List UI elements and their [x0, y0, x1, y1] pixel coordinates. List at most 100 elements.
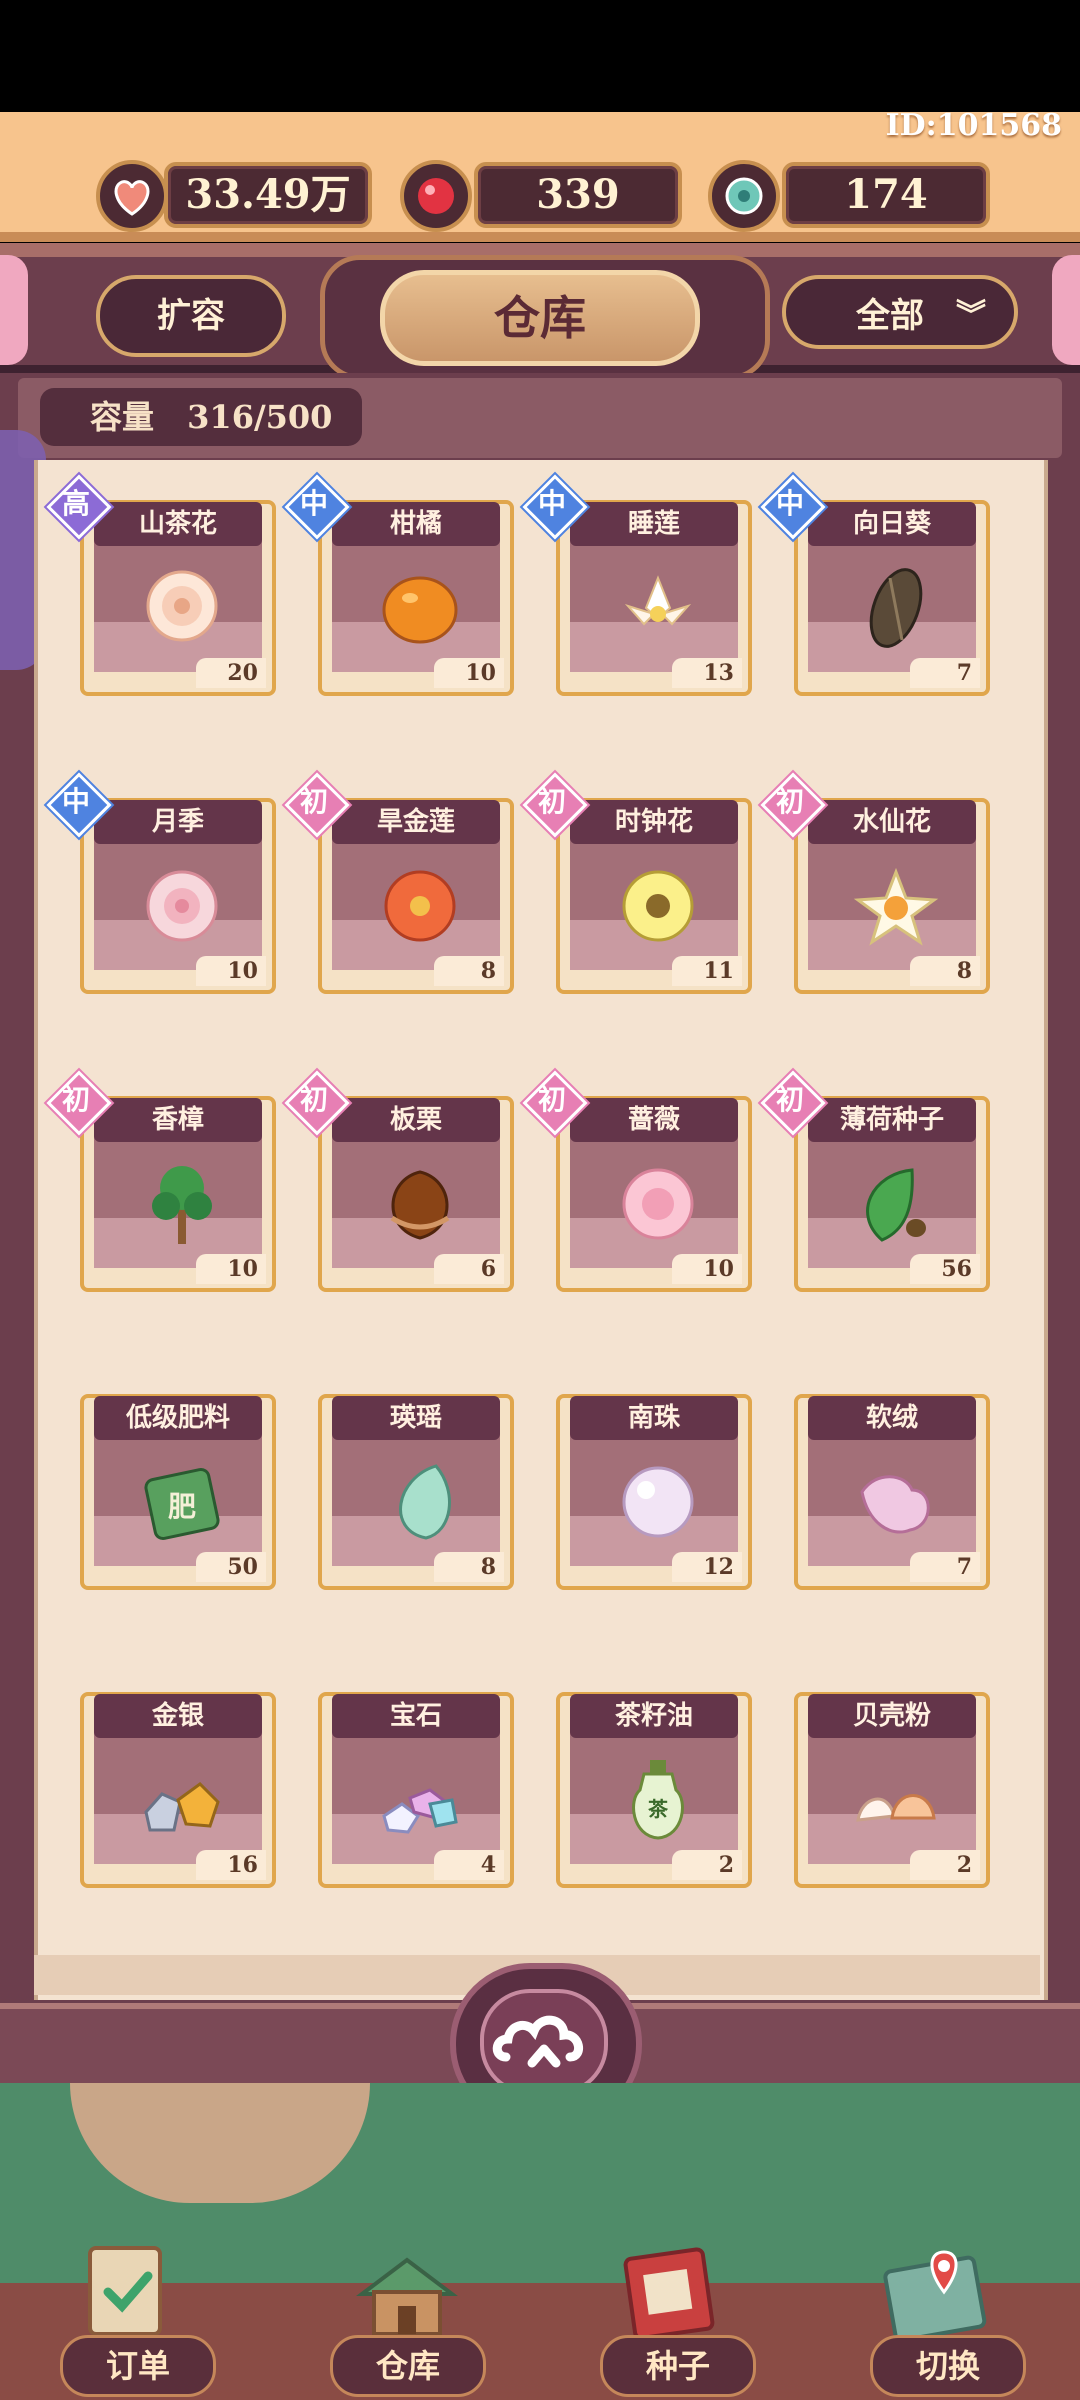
sunflower-seed-icon	[869, 568, 923, 648]
currency-coins-value: 33.49万	[164, 162, 372, 228]
gemstones-icon	[382, 1788, 458, 1834]
item-name: 金银	[94, 1694, 262, 1738]
item-card[interactable]: 茶籽油茶 2	[556, 1692, 752, 1888]
item-name: 软绒	[808, 1396, 976, 1440]
item-card[interactable]: 板栗 6	[318, 1096, 514, 1292]
item-count: 7	[910, 1552, 980, 1582]
item-count: 6	[434, 1254, 504, 1284]
item-count: 11	[672, 956, 742, 986]
item-card[interactable]: 宝石 4	[318, 1692, 514, 1888]
currency-jade-value: 174	[782, 162, 990, 228]
item-name: 薄荷种子	[808, 1098, 976, 1142]
nav-orders-button[interactable]: 订单	[60, 2335, 216, 2397]
nasturtium-icon	[384, 870, 456, 942]
item-count: 8	[434, 956, 504, 986]
soft-fluff-icon	[860, 1475, 930, 1534]
water-lily-icon	[624, 575, 692, 626]
item-name: 旱金莲	[332, 800, 500, 844]
item-count: 10	[434, 658, 504, 688]
chevron-down-icon: ︾	[956, 298, 986, 333]
grade-badge: 初	[48, 1072, 104, 1128]
item-count: 50	[196, 1552, 266, 1582]
item-card[interactable]: 水仙花 8	[794, 798, 990, 994]
item-card[interactable]: 金银 16	[80, 1692, 276, 1888]
item-name: 向日葵	[808, 502, 976, 546]
lantern-left-decoration	[0, 255, 28, 365]
grade-badge: 初	[286, 774, 342, 830]
item-name: 低级肥料	[94, 1396, 262, 1440]
item-name: 香樟	[94, 1098, 262, 1142]
item-card[interactable]: 睡莲 13	[556, 500, 752, 696]
shell-powder-icon	[856, 1794, 936, 1822]
grade-badge: 初	[286, 1072, 342, 1128]
grade-badge: 高	[48, 476, 104, 532]
item-count: 2	[672, 1850, 742, 1880]
item-count: 13	[672, 658, 742, 688]
item-card[interactable]: 瑛瑶 8	[318, 1394, 514, 1590]
order-clipboard-icon[interactable]	[70, 2240, 180, 2340]
fertilizer-bag-icon: 肥	[144, 1467, 220, 1541]
item-name: 柑橘	[332, 502, 500, 546]
teal-jade-icon	[708, 160, 780, 232]
item-count: 10	[672, 1254, 742, 1284]
mint-seed-icon	[866, 1168, 926, 1242]
seed-book-icon[interactable]	[612, 2240, 722, 2340]
item-name: 板栗	[332, 1098, 500, 1142]
lantern-right-decoration	[1052, 255, 1080, 365]
narcissus-icon	[853, 867, 939, 946]
chestnut-icon	[390, 1170, 450, 1240]
camellia-icon	[146, 570, 218, 642]
item-card[interactable]: 柑橘 10	[318, 500, 514, 696]
item-name: 瑛瑶	[332, 1396, 500, 1440]
page-title: 仓库	[380, 270, 700, 366]
item-card[interactable]: 蔷薇 10	[556, 1096, 752, 1292]
item-card[interactable]: 向日葵 7	[794, 500, 990, 696]
item-count: 2	[910, 1850, 980, 1880]
svg-text:肥: 肥	[168, 1490, 196, 1523]
item-count: 10	[196, 1254, 266, 1284]
item-count: 8	[434, 1552, 504, 1582]
filter-label: 全部	[856, 296, 924, 336]
item-card[interactable]: 薄荷种子 56	[794, 1096, 990, 1292]
item-name: 宝石	[332, 1694, 500, 1738]
grade-badge: 中	[524, 476, 580, 532]
item-name: 山茶花	[94, 502, 262, 546]
tangerine-icon	[382, 576, 458, 644]
item-card[interactable]: 软绒 7	[794, 1394, 990, 1590]
nav-warehouse-button[interactable]: 仓库	[330, 2335, 486, 2397]
item-name: 水仙花	[808, 800, 976, 844]
pearl-icon	[622, 1466, 694, 1538]
item-count: 20	[196, 658, 266, 688]
user-id: ID:101568	[885, 108, 1062, 143]
item-card[interactable]: 月季 10	[80, 798, 276, 994]
item-count: 10	[196, 956, 266, 986]
capacity-label: 容量	[90, 398, 155, 436]
item-card[interactable]: 山茶花 20	[80, 500, 276, 696]
grade-badge: 中	[48, 774, 104, 830]
item-card[interactable]: 贝壳粉 2	[794, 1692, 990, 1888]
item-card[interactable]: 低级肥料肥 50	[80, 1394, 276, 1590]
nav-seeds-button[interactable]: 种子	[600, 2335, 756, 2397]
map-switch-icon[interactable]	[880, 2240, 990, 2343]
item-card[interactable]: 香樟 10	[80, 1096, 276, 1292]
warehouse-icon[interactable]	[352, 2240, 462, 2340]
capacity-indicator: 容量 316/500	[40, 388, 362, 446]
item-count: 7	[910, 658, 980, 688]
filter-dropdown[interactable]: 全部 ︾	[782, 275, 1018, 349]
item-card[interactable]: 南珠 12	[556, 1394, 752, 1590]
item-name: 茶籽油	[570, 1694, 738, 1738]
pink-rose-icon	[622, 1168, 694, 1240]
item-count: 56	[910, 1254, 980, 1284]
grade-badge: 中	[286, 476, 342, 532]
item-name: 时钟花	[570, 800, 738, 844]
item-count: 8	[910, 956, 980, 986]
grade-badge: 初	[524, 774, 580, 830]
expand-capacity-button[interactable]: 扩容	[96, 275, 286, 357]
nav-switch-button[interactable]: 切换	[870, 2335, 1026, 2397]
item-card[interactable]: 旱金莲 8	[318, 798, 514, 994]
item-card[interactable]: 时钟花 11	[556, 798, 752, 994]
item-name: 月季	[94, 800, 262, 844]
red-gem-icon	[400, 160, 472, 232]
clock-flower-icon	[622, 870, 694, 942]
rose-icon	[146, 870, 218, 942]
